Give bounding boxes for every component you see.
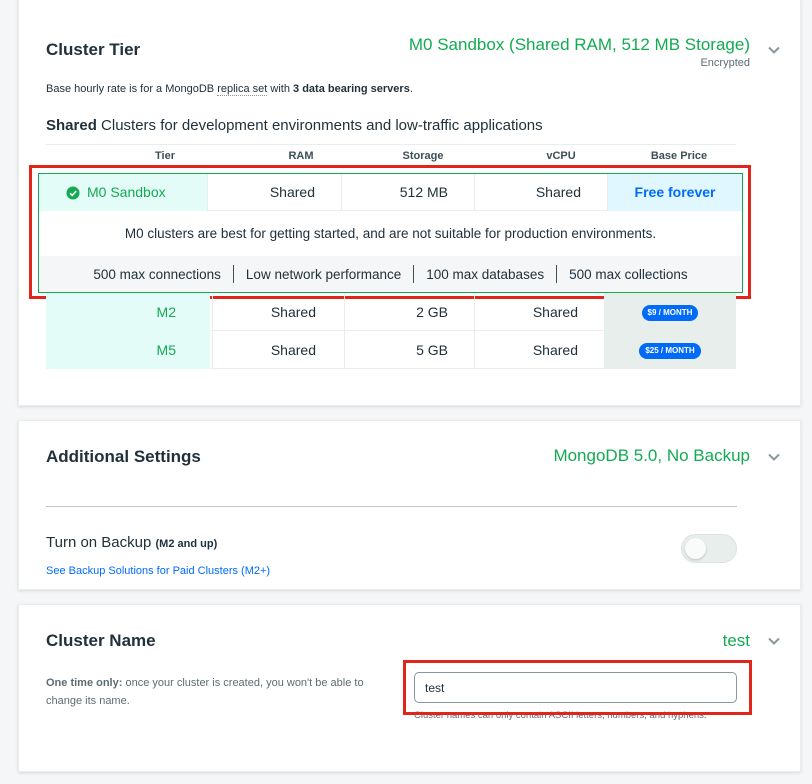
settings-divider bbox=[46, 506, 737, 507]
m5-ram-cell: Shared bbox=[212, 331, 344, 369]
encrypted-label: Encrypted bbox=[700, 57, 750, 69]
backup-row-label: Turn on Backup (M2 and up) bbox=[46, 534, 217, 551]
m2-ram-cell: Shared bbox=[212, 293, 344, 331]
rate-prefix: Base hourly rate is for a MongoDB bbox=[46, 83, 218, 95]
shared-clusters-heading: Shared Clusters for development environm… bbox=[46, 117, 543, 134]
col-storage: Storage bbox=[402, 150, 444, 162]
col-ram: RAM bbox=[288, 150, 314, 162]
m5-price-cell: $25 / MONTH bbox=[604, 331, 736, 369]
backup-label: Turn on Backup bbox=[46, 534, 152, 551]
chevron-down-icon[interactable] bbox=[767, 43, 781, 57]
toggle-knob bbox=[685, 538, 706, 559]
rate-mid: with bbox=[267, 83, 294, 95]
base-rate-text: Base hourly rate is for a MongoDB replic… bbox=[46, 83, 413, 96]
additional-settings-summary[interactable]: MongoDB 5.0, No Backup bbox=[553, 446, 750, 466]
backup-note: (M2 and up) bbox=[155, 538, 218, 550]
backup-toggle[interactable] bbox=[681, 534, 737, 563]
col-vcpu: vCPU bbox=[546, 150, 576, 162]
m2-price-cell: $9 / MONTH bbox=[604, 293, 736, 331]
table-top-divider bbox=[46, 144, 736, 145]
additional-settings-title: Additional Settings bbox=[46, 447, 201, 466]
cluster-name-summary[interactable]: test bbox=[723, 631, 750, 651]
shared-bold: Shared bbox=[46, 117, 97, 134]
cluster-tier-summary[interactable]: M0 Sandbox (Shared RAM, 512 MB Storage) bbox=[409, 35, 750, 55]
rate-bold: 3 data bearing servers bbox=[293, 83, 410, 95]
cluster-name-note: One time only: once your cluster is crea… bbox=[46, 674, 366, 710]
m5-tier-cell: M5 bbox=[46, 331, 210, 369]
chevron-down-icon[interactable] bbox=[767, 450, 781, 464]
cluster-tier-title: Cluster Tier bbox=[46, 40, 141, 59]
tier-row-m5[interactable]: M5 Shared 5 GB Shared $25 / MONTH bbox=[46, 331, 736, 369]
m2-vcpu-cell: Shared bbox=[474, 293, 604, 331]
rate-suffix: . bbox=[409, 83, 413, 95]
col-tier: Tier bbox=[155, 150, 175, 162]
tier-row-m2[interactable]: M2 Shared 2 GB Shared $9 / MONTH bbox=[46, 293, 736, 331]
m5-price-badge: $25 / MONTH bbox=[639, 343, 701, 360]
m5-vcpu-cell: Shared bbox=[474, 331, 604, 369]
name-input-highlight-box bbox=[403, 660, 752, 715]
replica-set-link[interactable]: replica set bbox=[217, 83, 268, 96]
col-base-price: Base Price bbox=[650, 150, 708, 162]
m5-storage-cell: 5 GB bbox=[344, 331, 474, 369]
m2-storage-cell: 2 GB bbox=[344, 293, 474, 331]
shared-rest: Clusters for development environments an… bbox=[96, 117, 543, 134]
backup-solutions-link[interactable]: See Backup Solutions for Paid Clusters (… bbox=[46, 565, 270, 577]
m2-price-badge: $9 / MONTH bbox=[641, 305, 699, 322]
one-time-only-label: One time only: bbox=[46, 677, 123, 689]
chevron-down-icon[interactable] bbox=[767, 634, 781, 648]
m0-highlight-box bbox=[29, 165, 751, 299]
m2-tier-cell: M2 bbox=[46, 293, 210, 331]
cluster-name-title: Cluster Name bbox=[46, 631, 156, 650]
